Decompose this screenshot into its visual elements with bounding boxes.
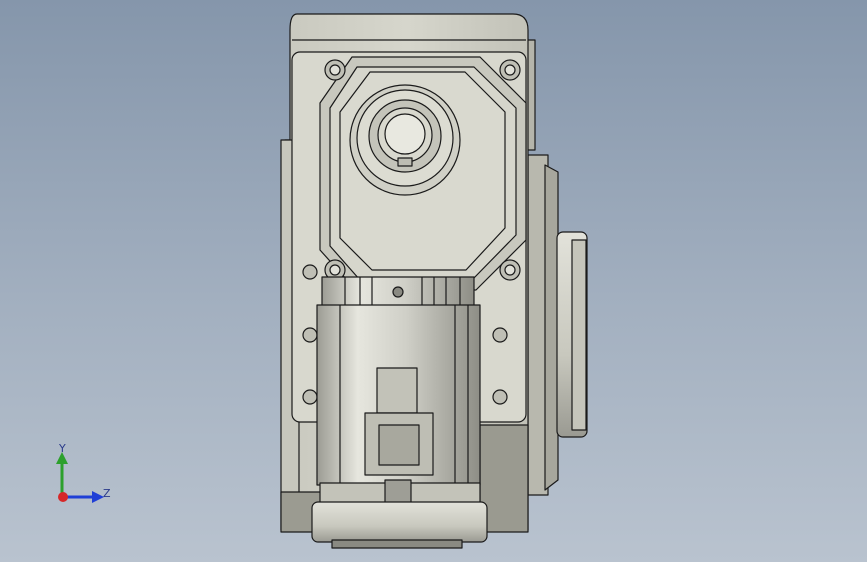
x-axis-icon [58,492,68,502]
triad-z-label: Z [103,487,111,500]
cad-viewport[interactable] [0,0,867,562]
motor-end-cap [311,479,488,549]
coordinate-triad: Y Z [56,442,111,503]
output-flange [526,39,588,496]
motor-body [316,276,481,486]
triad-y-label: Y [58,442,66,455]
gear-motor-model[interactable] [280,13,588,549]
shaft-bore [349,84,461,196]
